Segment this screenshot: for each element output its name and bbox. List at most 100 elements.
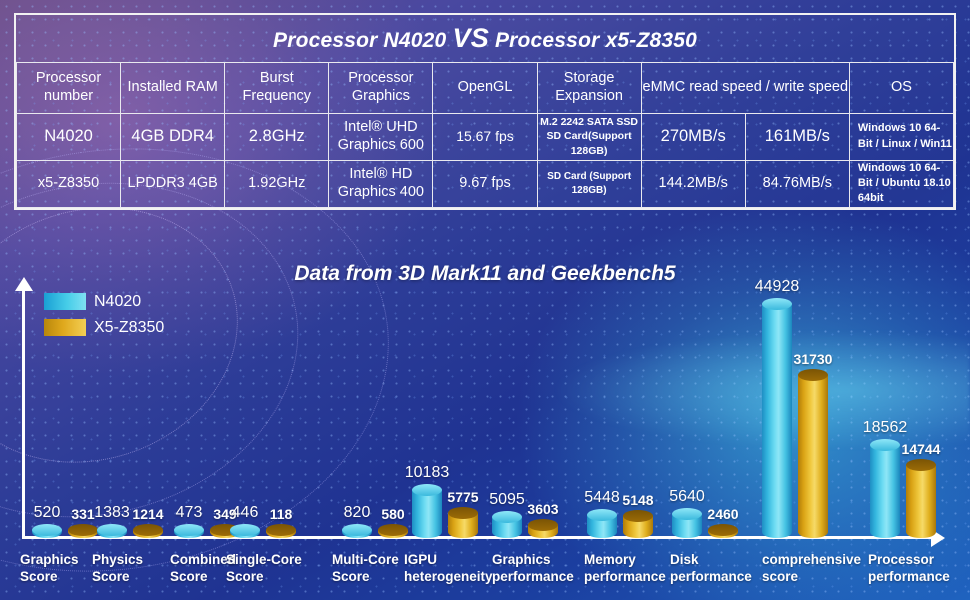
bar-n4020: 5640 xyxy=(669,488,705,538)
bar-cap-ellipse xyxy=(528,519,558,531)
cell-installed-ram: 4GB DDR4 xyxy=(120,112,226,161)
bar-group: 1383 1214 xyxy=(94,286,164,538)
bar-cap-ellipse xyxy=(448,507,478,519)
bar-value-label: 520 xyxy=(33,504,61,521)
bar-value-label: 10183 xyxy=(404,464,450,481)
cell-os: Windows 10 64-Bit / Linux / Win11 xyxy=(848,112,955,161)
cell-processor-graphics: Intel® UHD Graphics 600 xyxy=(328,112,434,161)
cell-installed-ram: LPDDR3 4GB xyxy=(120,159,226,208)
bar-group: 5640 2460 xyxy=(669,286,739,538)
bar-n4020: 5095 xyxy=(489,491,525,538)
bar-plot-area: 520 331 1383 1214 473 349 446 118 820 580 10183 577… xyxy=(22,278,940,538)
bar-cap-ellipse xyxy=(762,298,792,310)
cell-emmc-write: 161MB/s xyxy=(744,112,850,161)
table-title-row: Processor N4020 VS Processor x5-Z8350 xyxy=(16,15,954,63)
bar-value-label: 5775 xyxy=(447,489,479,505)
bar-value-label: 1383 xyxy=(94,504,130,521)
x-axis-label: IGPU heterogeneity xyxy=(404,552,493,584)
bar-n4020: 18562 xyxy=(863,419,907,538)
bar-x5-z8350: 5775 xyxy=(447,489,479,538)
x-axis-label: Physics Score xyxy=(92,552,144,584)
header-burst-frequency: Burst Frequency xyxy=(224,61,330,114)
page-title: Processor N4020 VS Processor x5-Z8350 xyxy=(16,15,954,63)
bar-value-label: 5640 xyxy=(669,488,705,505)
bar-n4020: 820 xyxy=(342,504,372,538)
bar-cap-ellipse xyxy=(672,508,702,520)
bar-cap-ellipse xyxy=(623,510,653,522)
bar-group: 520 331 xyxy=(32,286,98,538)
bar-value-label: 5148 xyxy=(622,492,654,508)
cell-processor-number: N4020 xyxy=(15,112,122,161)
bar-cap-ellipse xyxy=(97,524,127,536)
bar-cap-ellipse xyxy=(870,439,900,451)
cell-emmc-read: 270MB/s xyxy=(640,112,746,161)
bar-body xyxy=(906,465,936,538)
bar-cap-ellipse xyxy=(68,524,98,536)
x-axis-category-labels: Graphics Score Physics Score Combined Scor… xyxy=(0,552,970,600)
bar-cap-ellipse xyxy=(230,524,260,536)
cell-processor-graphics: Intel® HD Graphics 400 xyxy=(328,159,434,208)
header-processor-number: Processor number xyxy=(15,61,122,114)
bar-value-label: 3603 xyxy=(527,501,559,517)
bar-cap-ellipse xyxy=(587,509,617,521)
bar-cap-ellipse xyxy=(32,524,62,536)
bar-x5-z8350: 5148 xyxy=(622,492,654,538)
cell-storage-expansion: M.2 2242 SATA SSD SD Card(Support 128GB) xyxy=(536,112,642,161)
cell-opengl: 15.67 fps xyxy=(432,112,538,161)
bar-n4020: 10183 xyxy=(405,464,449,538)
bar-group: 10183 5775 xyxy=(405,286,479,538)
bar-value-label: 14744 xyxy=(901,441,941,457)
bar-x5-z8350: 118 xyxy=(266,506,296,538)
bar-value-label: 5448 xyxy=(584,489,620,506)
chart-title: Data from 3D Mark11 and Geekbench5 xyxy=(294,262,676,285)
bar-cap-ellipse xyxy=(133,524,163,536)
x-axis-label: Single-Core Score xyxy=(226,552,302,584)
x-axis-label: Processor performance xyxy=(868,552,950,584)
table-header-row: Processor number Installed RAM Burst Fre… xyxy=(15,61,955,114)
bar-cap-ellipse xyxy=(174,524,204,536)
header-opengl: OpenGL xyxy=(432,61,538,114)
bar-cap-ellipse xyxy=(492,511,522,523)
bar-value-label: 446 xyxy=(231,504,259,521)
bar-n4020: 44928 xyxy=(755,278,799,538)
bar-cap-ellipse xyxy=(906,459,936,471)
bar-group: 820 580 xyxy=(342,286,408,538)
bar-body xyxy=(762,304,792,538)
bar-value-label: 44928 xyxy=(754,278,800,295)
cell-emmc-write: 84.76MB/s xyxy=(744,159,850,208)
cell-burst-frequency: 2.8GHz xyxy=(224,112,330,161)
bar-cap-ellipse xyxy=(798,369,828,381)
bar-group: 5095 3603 xyxy=(489,286,559,538)
x-axis-label: Multi-Core Score xyxy=(332,552,399,584)
bar-n4020: 446 xyxy=(230,504,260,538)
bar-cap-ellipse xyxy=(266,524,296,536)
infographic-canvas: Processor N4020 VS Processor x5-Z8350 Pr… xyxy=(0,0,970,600)
title-suffix: Processor x5-Z8350 xyxy=(488,28,697,52)
cell-os: Windows 10 64-Bit / Ubuntu 18.10 64bit xyxy=(848,159,955,208)
cell-opengl: 9.67 fps xyxy=(432,159,538,208)
x-axis-label: Graphics performance xyxy=(492,552,574,584)
bar-value-label: 820 xyxy=(343,504,371,521)
x-axis-label: Memory performance xyxy=(584,552,666,584)
bar-value-label: 118 xyxy=(269,506,293,522)
title-prefix: Processor N4020 xyxy=(273,28,453,52)
bar-body xyxy=(412,490,442,538)
cell-storage-expansion: SD Card (Support 128GB) xyxy=(536,159,642,208)
bar-value-label: 580 xyxy=(381,506,405,522)
x-axis-label: comprehensive score xyxy=(762,552,862,584)
cell-burst-frequency: 1.92GHz xyxy=(224,159,330,208)
bar-value-label: 473 xyxy=(175,504,203,521)
cell-emmc-read: 144.2MB/s xyxy=(640,159,746,208)
header-emmc-speed: eMMC read speed / write speed xyxy=(640,61,850,114)
bar-group: 44928 31730 xyxy=(755,278,832,538)
bar-x5-z8350: 580 xyxy=(378,506,408,538)
bar-value-label: 331 xyxy=(71,506,95,522)
bar-n4020: 473 xyxy=(174,504,204,538)
bar-x5-z8350: 3603 xyxy=(527,501,559,538)
bar-value-label: 18562 xyxy=(862,419,908,436)
x-axis-label: Disk performance xyxy=(670,552,752,584)
table-row: x5-Z8350 LPDDR3 4GB 1.92GHz Intel® HD Gr… xyxy=(15,159,955,208)
bar-n4020: 520 xyxy=(32,504,62,538)
bar-group: 18562 14744 xyxy=(863,286,940,538)
bar-cap-ellipse xyxy=(412,484,442,496)
